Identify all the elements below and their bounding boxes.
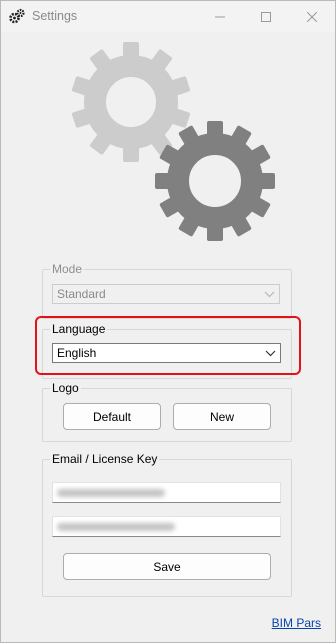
language-highlight-outline (35, 316, 301, 375)
minimize-button[interactable] (197, 1, 243, 32)
license-group: Email / License Key Save (42, 452, 292, 597)
settings-client-area: Mode Standard Language English Logo Defa… (1, 32, 335, 642)
title-bar[interactable]: Settings (1, 1, 335, 32)
chevron-down-icon (264, 291, 275, 298)
logo-group: Logo Default New (42, 381, 292, 442)
close-button[interactable] (289, 1, 335, 32)
maximize-button[interactable] (243, 1, 289, 32)
mode-dropdown-value: Standard (57, 287, 106, 301)
email-field[interactable] (52, 482, 281, 503)
logo-label: Logo (50, 381, 81, 395)
gears-app-icon (9, 8, 25, 24)
minimize-icon (215, 16, 225, 17)
gears-icon (71, 42, 275, 241)
bim-pars-link[interactable]: BIM Pars (272, 616, 321, 630)
close-icon (307, 11, 317, 22)
window-title: Settings (32, 9, 78, 23)
save-button[interactable]: Save (63, 553, 271, 580)
maximize-icon (261, 11, 271, 22)
redacted-license-key (57, 523, 175, 531)
redacted-email (57, 489, 165, 497)
settings-window: Settings Mode Standard Language English … (0, 0, 336, 643)
mode-group: Mode Standard (42, 262, 292, 319)
mode-label: Mode (50, 262, 85, 276)
license-key-field[interactable] (52, 516, 281, 537)
license-label: Email / License Key (50, 452, 160, 466)
mode-dropdown[interactable]: Standard (52, 284, 280, 304)
new-logo-button[interactable]: New (173, 403, 271, 430)
default-logo-button[interactable]: Default (63, 403, 161, 430)
